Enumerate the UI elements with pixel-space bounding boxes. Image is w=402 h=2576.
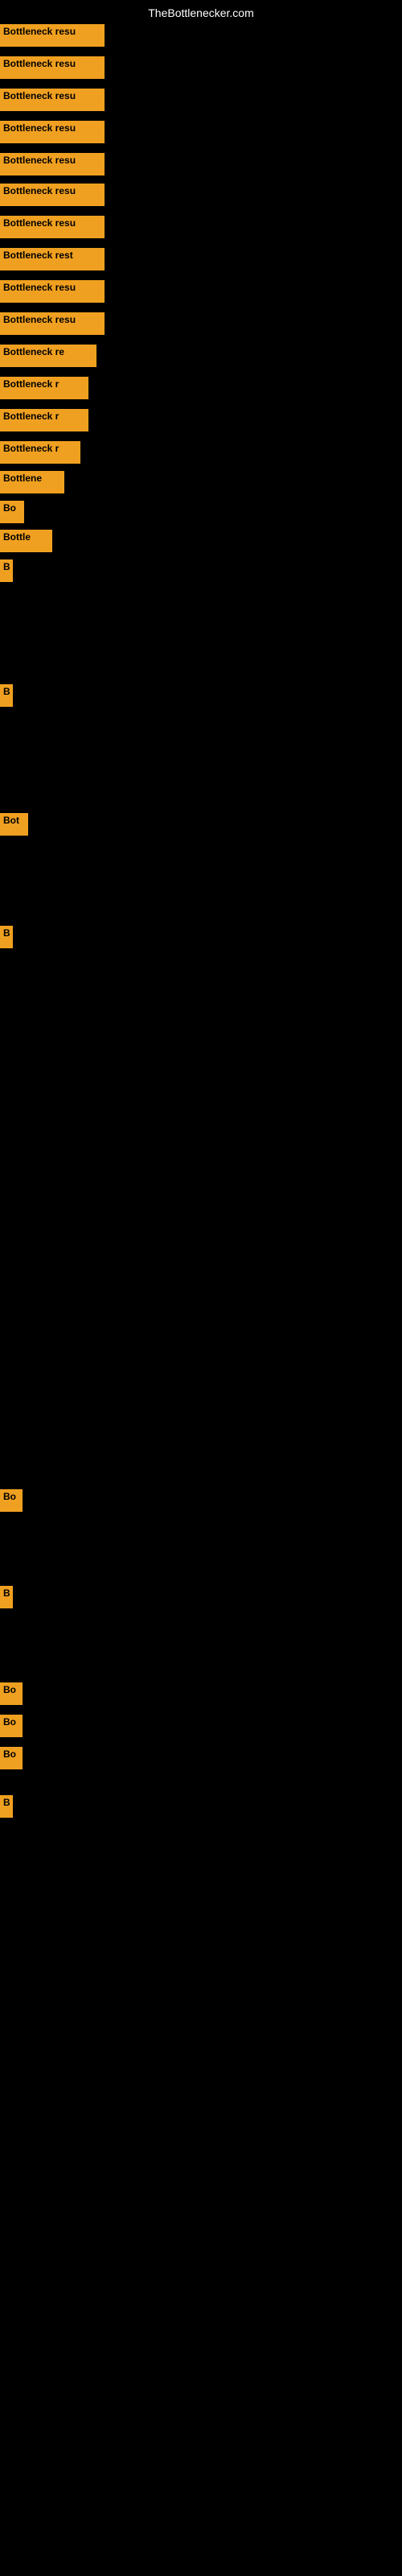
bottleneck-item[interactable]: B	[0, 684, 13, 707]
bottleneck-item[interactable]: Bottlene	[0, 471, 64, 493]
bottleneck-item[interactable]: Bottleneck resu	[0, 56, 105, 79]
bottleneck-item[interactable]: Bo	[0, 1715, 23, 1737]
bottleneck-item[interactable]: Bottleneck rest	[0, 248, 105, 270]
bottleneck-item[interactable]: Bottleneck r	[0, 409, 88, 431]
bottleneck-item[interactable]: Bo	[0, 1682, 23, 1705]
bottleneck-item[interactable]: Bottle	[0, 530, 52, 552]
bottleneck-item[interactable]: Bottleneck resu	[0, 312, 105, 335]
bottleneck-item[interactable]: Bottleneck resu	[0, 216, 105, 238]
site-title: TheBottlenecker.com	[0, 0, 402, 26]
bottleneck-item[interactable]: Bottleneck resu	[0, 153, 105, 175]
bottleneck-item[interactable]: B	[0, 1586, 13, 1608]
bottleneck-item[interactable]: B	[0, 1795, 13, 1818]
bottleneck-item[interactable]: Bottleneck resu	[0, 121, 105, 143]
bottleneck-item[interactable]: B	[0, 926, 13, 948]
bottleneck-item[interactable]: Bottleneck resu	[0, 280, 105, 303]
bottleneck-item[interactable]: Bo	[0, 501, 24, 523]
bottleneck-item[interactable]: Bo	[0, 1489, 23, 1512]
bottleneck-item[interactable]: Bottleneck resu	[0, 184, 105, 206]
bottleneck-item[interactable]: Bot	[0, 813, 28, 836]
bottleneck-item[interactable]: Bottleneck re	[0, 345, 96, 367]
bottleneck-item[interactable]: Bottleneck r	[0, 441, 80, 464]
bottleneck-item[interactable]: B	[0, 559, 13, 582]
bottleneck-item[interactable]: Bottleneck r	[0, 377, 88, 399]
bottleneck-item[interactable]: Bottleneck resu	[0, 24, 105, 47]
bottleneck-item[interactable]: Bo	[0, 1747, 23, 1769]
bottleneck-item[interactable]: Bottleneck resu	[0, 89, 105, 111]
